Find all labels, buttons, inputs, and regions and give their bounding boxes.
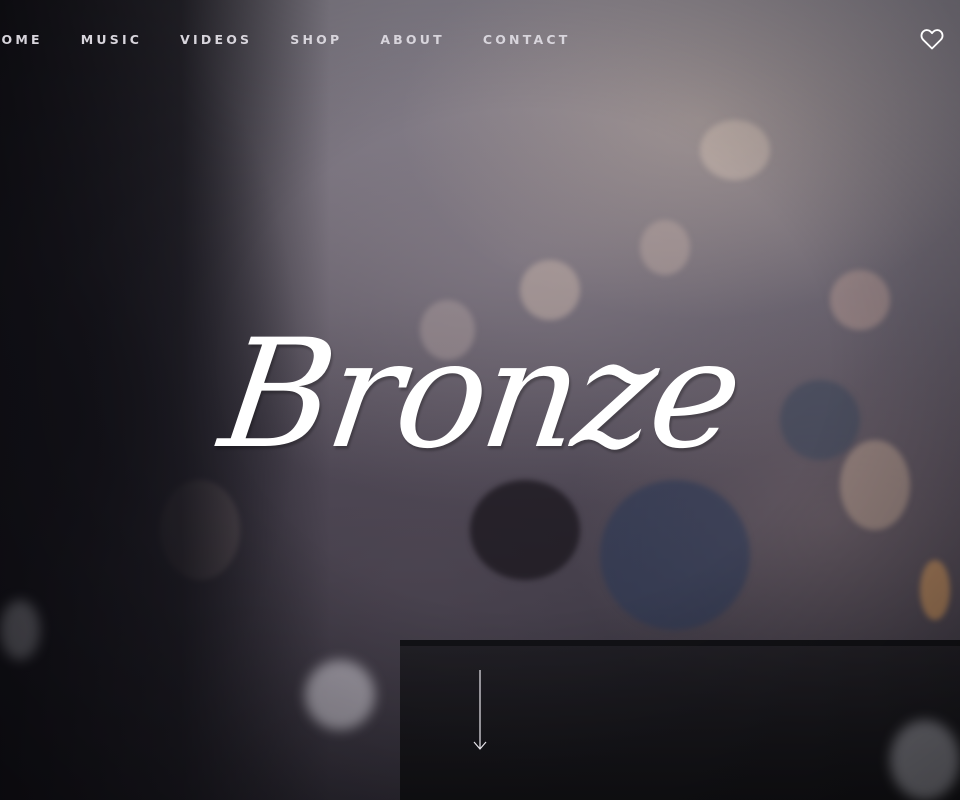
- heart-icon[interactable]: [920, 28, 944, 50]
- nav-welcome[interactable]: LCOME: [0, 32, 43, 47]
- main-navigation: LCOME MUSIC VIDEOS SHOP ABOUT CONTACT: [0, 32, 608, 47]
- hero-title: Bronze: [211, 308, 749, 482]
- nav-videos[interactable]: VIDEOS: [180, 32, 252, 47]
- nav-shop[interactable]: SHOP: [290, 32, 342, 47]
- nav-music[interactable]: MUSIC: [81, 32, 142, 47]
- nav-about[interactable]: ABOUT: [380, 32, 445, 47]
- arrow-down-icon[interactable]: [472, 670, 488, 752]
- nav-contact[interactable]: CONTACT: [483, 32, 571, 47]
- hero-background: LCOME MUSIC VIDEOS SHOP ABOUT CONTACT Br…: [0, 0, 960, 800]
